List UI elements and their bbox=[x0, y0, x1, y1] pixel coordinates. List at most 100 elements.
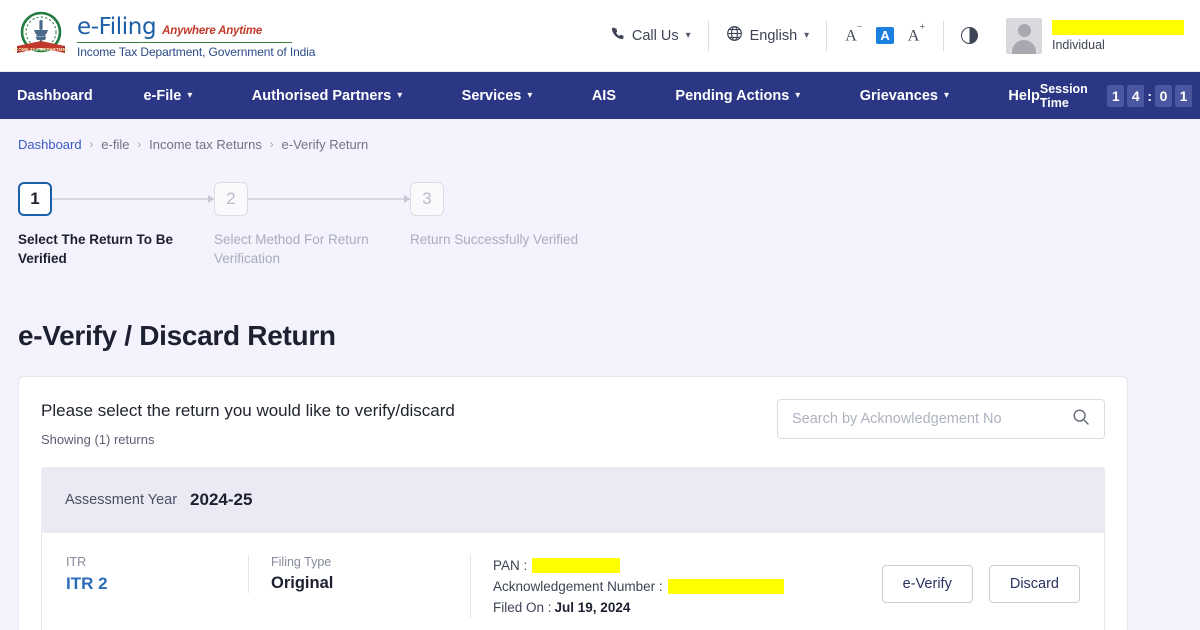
chevron-down-icon: ▾ bbox=[685, 30, 691, 41]
font-increase-button[interactable]: A+ bbox=[908, 22, 925, 45]
return-actions: e-Verify Discard bbox=[881, 555, 1084, 603]
nav-item-ais[interactable]: AIS bbox=[592, 88, 616, 104]
step-number-badge: 1 bbox=[18, 182, 52, 216]
step-label: Select The Return To Be Verified bbox=[18, 232, 174, 266]
nav-item-services[interactable]: Services ▾ bbox=[462, 88, 533, 104]
assessment-year-band: Assessment Year 2024-25 bbox=[41, 467, 1105, 533]
nav-item-pending-actions[interactable]: Pending Actions ▾ bbox=[675, 88, 800, 104]
step-connector bbox=[52, 196, 214, 202]
nav-label: Pending Actions bbox=[675, 87, 790, 104]
session-colon: : bbox=[1147, 87, 1152, 104]
filing-type-label: Filing Type bbox=[271, 555, 332, 569]
brand-divider bbox=[77, 42, 292, 43]
chevron-down-icon: ▾ bbox=[527, 90, 533, 101]
chevron-down-icon: ▾ bbox=[795, 90, 801, 101]
search-box[interactable] bbox=[777, 399, 1105, 439]
session-digit: 0 bbox=[1155, 84, 1172, 107]
phone-icon bbox=[610, 26, 625, 45]
user-name-redacted bbox=[1052, 19, 1184, 35]
filed-on-value: Jul 19, 2024 bbox=[554, 600, 631, 615]
nav-item-authorised-partners[interactable]: Authorised Partners ▾ bbox=[252, 88, 402, 104]
acknowledgement-line: Acknowledgement Number : bbox=[493, 576, 882, 597]
nav-label: Authorised Partners bbox=[251, 87, 392, 104]
return-details-column: PAN : Acknowledgement Number : Filed On … bbox=[470, 555, 882, 618]
session-digit: 1 bbox=[1107, 84, 1125, 107]
call-us-menu[interactable]: Call Us ▾ bbox=[593, 26, 708, 45]
step-number-badge: 2 bbox=[214, 182, 248, 216]
user-profile[interactable]: Individual bbox=[994, 17, 1184, 54]
brand-tagline: Anywhere Anytime bbox=[162, 25, 263, 37]
pan-line: PAN : bbox=[493, 555, 882, 576]
breadcrumb-separator-icon: › bbox=[89, 138, 94, 151]
nav-item-e-file[interactable]: e-File ▾ bbox=[143, 88, 192, 104]
language-label: English bbox=[749, 27, 798, 44]
globe-icon bbox=[726, 25, 743, 46]
progress-stepper: 1 Select The Return To Be Verified 2 Sel… bbox=[0, 152, 1200, 268]
language-selector[interactable]: English ▾ bbox=[709, 25, 827, 46]
chevron-down-icon: ▾ bbox=[397, 90, 403, 101]
nav-label: Grievances bbox=[859, 87, 938, 104]
nav-label: Dashboard bbox=[17, 87, 93, 104]
call-us-label: Call Us bbox=[631, 27, 679, 44]
nav-label: Services bbox=[461, 87, 522, 104]
session-time-label: Session Time bbox=[1039, 81, 1088, 110]
step-connector bbox=[248, 196, 410, 202]
session-digit: 4 bbox=[1127, 84, 1145, 107]
session-time-digits: 1 4 : 0 1 bbox=[1107, 84, 1192, 107]
contrast-toggle-button[interactable] bbox=[944, 27, 994, 44]
user-avatar-icon bbox=[1006, 17, 1042, 54]
nav-label: AIS bbox=[591, 87, 616, 104]
nav-item-dashboard[interactable]: Dashboard bbox=[17, 88, 93, 104]
brand-department: Income Tax Department, Government of Ind… bbox=[77, 45, 316, 59]
step-label: Return Successfully Verified bbox=[410, 232, 579, 247]
nav-label: e-File bbox=[143, 87, 182, 104]
breadcrumb-item-dashboard[interactable]: Dashboard bbox=[18, 137, 82, 152]
font-size-controls: A− A A+ bbox=[827, 22, 943, 45]
breadcrumb-item-e-file[interactable]: e-file bbox=[101, 137, 129, 152]
nav-item-grievances[interactable]: Grievances ▾ bbox=[860, 88, 949, 104]
acknowledgement-value-redacted bbox=[667, 579, 784, 594]
filing-type-column: Filing Type Original bbox=[248, 555, 470, 593]
filed-on-label: Filed On : bbox=[493, 600, 552, 615]
e-verify-button[interactable]: e-Verify bbox=[881, 565, 973, 603]
pan-label: PAN : bbox=[493, 558, 528, 573]
step-3: 3 Return Successfully Verified bbox=[410, 182, 606, 268]
filing-type-value: Original bbox=[271, 574, 334, 592]
nav-label: Help bbox=[1008, 87, 1040, 104]
font-decrease-button[interactable]: A− bbox=[845, 22, 862, 45]
svg-text:INCOME TAX DEPARTMENT: INCOME TAX DEPARTMENT bbox=[14, 47, 68, 52]
card-instruction: Please select the return you would like … bbox=[41, 401, 455, 420]
breadcrumb-item-e-verify-return: e-Verify Return bbox=[281, 137, 369, 152]
india-national-emblem-icon: INCOME TAX DEPARTMENT bbox=[10, 10, 72, 62]
returns-card: Please select the return you would like … bbox=[18, 376, 1128, 630]
main-navigation: Dashboard e-File ▾ Authorised Partners ▾… bbox=[0, 72, 1200, 119]
card-header: Please select the return you would like … bbox=[41, 399, 1105, 447]
itr-label: ITR bbox=[66, 555, 87, 569]
step-number-badge: 3 bbox=[410, 182, 444, 216]
search-icon[interactable] bbox=[1072, 408, 1090, 431]
step-2: 2 Select Method For Return Verification bbox=[214, 182, 410, 268]
site-header: INCOME TAX DEPARTMENT e-Filing Anywhere … bbox=[0, 0, 1200, 72]
nav-item-help[interactable]: Help bbox=[1008, 88, 1039, 104]
breadcrumb-separator-icon: › bbox=[269, 138, 274, 151]
header-utilities: Call Us ▾ English ▾ A− A A+ Individual bbox=[593, 17, 1184, 54]
filed-on-line: Filed On : Jul 19, 2024 bbox=[493, 597, 882, 618]
page-title: e-Verify / Discard Return bbox=[18, 320, 336, 351]
return-row: ITR ITR 2 Filing Type Original PAN : Ack… bbox=[41, 533, 1105, 630]
chevron-down-icon: ▾ bbox=[187, 90, 193, 101]
assessment-year-label: Assessment Year bbox=[65, 492, 178, 508]
itr-value[interactable]: ITR 2 bbox=[66, 574, 248, 594]
font-default-button[interactable]: A bbox=[876, 26, 894, 44]
search-input[interactable] bbox=[792, 411, 1072, 427]
user-type-label: Individual bbox=[1052, 37, 1105, 52]
contrast-icon bbox=[961, 27, 978, 44]
breadcrumb-item-income-tax-returns[interactable]: Income tax Returns bbox=[149, 137, 262, 152]
discard-button[interactable]: Discard bbox=[988, 565, 1080, 603]
pan-value-redacted bbox=[532, 558, 621, 573]
brand-logo[interactable]: INCOME TAX DEPARTMENT e-Filing Anywhere … bbox=[10, 10, 316, 62]
breadcrumb: Dashboard › e-file › Income tax Returns … bbox=[0, 119, 1200, 152]
results-count: Showing (1) returns bbox=[41, 432, 155, 447]
assessment-year-value: 2024-25 bbox=[190, 490, 253, 509]
step-label: Select Method For Return Verification bbox=[214, 232, 369, 266]
brand-title: e-Filing bbox=[77, 14, 157, 40]
